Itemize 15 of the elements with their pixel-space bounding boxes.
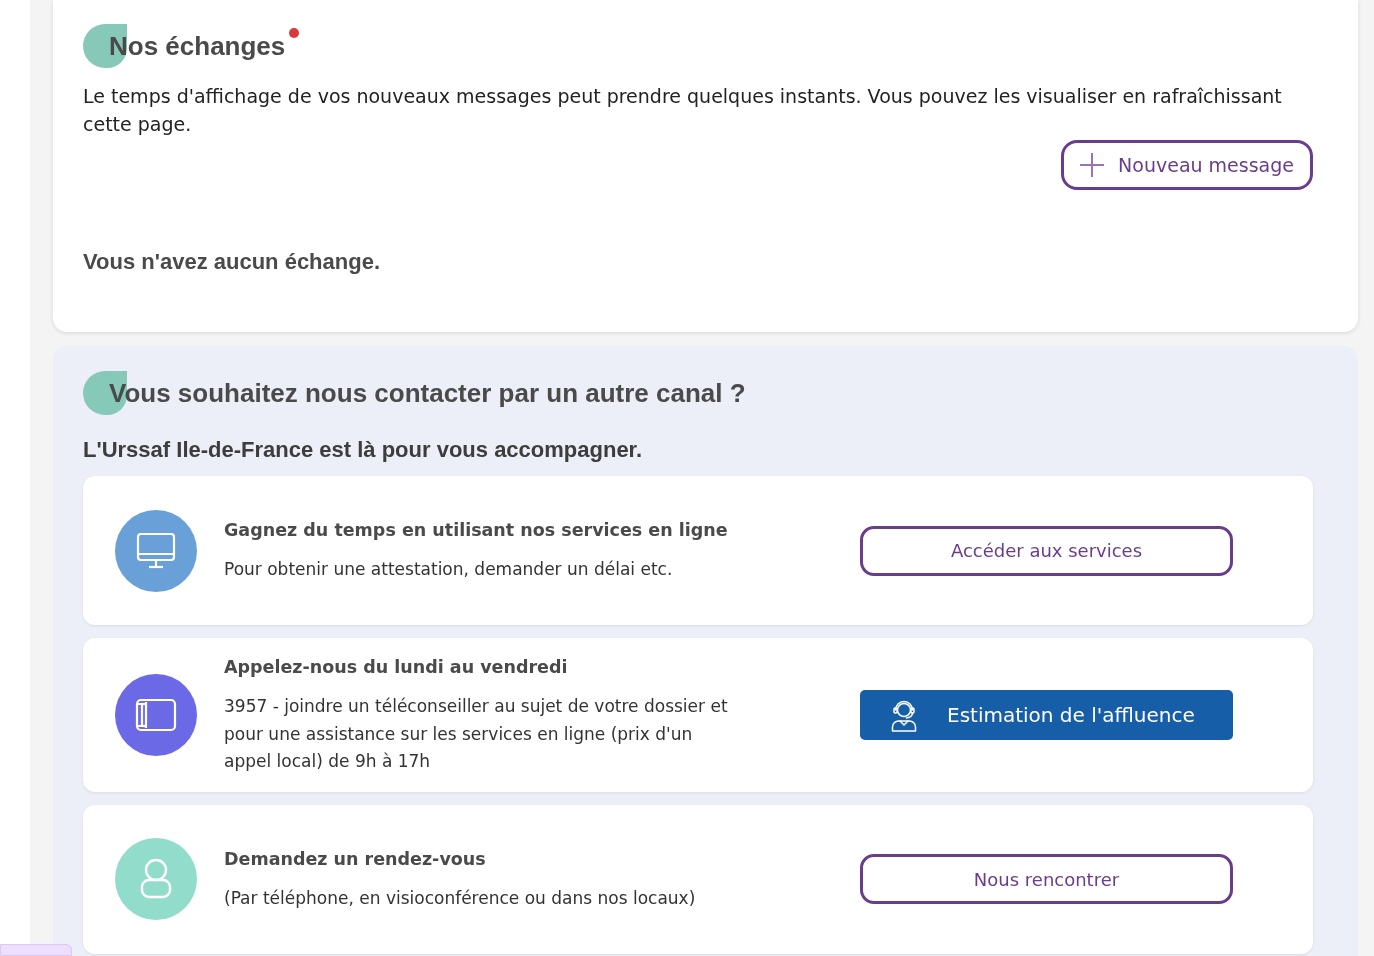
channel-title: Demandez un rendez-vous — [224, 847, 487, 871]
channel-description: Pour obtenir une attestation, demander un délai etc. — [224, 558, 674, 582]
channel-description: 3957 - joindre un téléconseiller au sujet de votre dossier et pour une assistance sur les services en ligne (prix d'un appel local) de 9h à 17h — [224, 695, 729, 773]
info-text: Le temps d'affichage de vos nouveaux messages peut prendre quelques instants. Vous pouvez les visualiser en rafraîchissant cette page. — [83, 84, 1283, 137]
empty-state-text: Vous n'avez aucun échange. — [83, 248, 382, 276]
channel-title: Gagnez du temps en utilisant nos services en ligne — [224, 519, 729, 543]
channel-button[interactable]: Accéder aux services — [860, 525, 1233, 576]
plus-icon — [1080, 153, 1105, 177]
contact-subtitle: L'Urssaf Ile-de-France est là pour vous accompagner. — [83, 436, 644, 464]
floating-tab[interactable] — [0, 944, 72, 956]
channel-description: (Par téléphone, en visioconférence ou dans nos locaux) — [224, 886, 697, 910]
affluence-button[interactable]: Estimation de l'affluence — [860, 689, 1233, 740]
channel-title: Appelez-nous du lundi au vendredi — [224, 656, 569, 679]
channel-button[interactable]: Nous rencontrer — [860, 854, 1233, 904]
new-message-button[interactable]: Nouveau message — [1061, 140, 1313, 190]
